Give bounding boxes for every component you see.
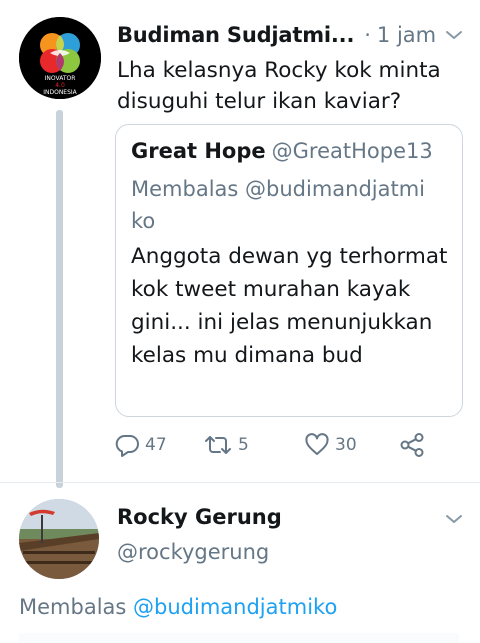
retweet-count: 5 bbox=[238, 435, 249, 455]
reply-mention-link[interactable]: @budimandjatmiko bbox=[133, 595, 337, 619]
retweet-button[interactable]: 5 bbox=[203, 430, 249, 460]
timestamp[interactable]: 1 jam bbox=[377, 23, 436, 47]
author-name[interactable]: Rocky Gerung bbox=[117, 505, 282, 529]
next-content-edge bbox=[19, 633, 459, 643]
thread-line bbox=[56, 110, 63, 488]
share-button[interactable] bbox=[399, 430, 425, 460]
retweet-icon bbox=[205, 436, 231, 454]
separator-dot: · bbox=[364, 23, 371, 47]
chevron-down-icon[interactable] bbox=[445, 29, 463, 41]
reply-context: Membalas @budimandjatmiko bbox=[19, 595, 337, 619]
reply-icon bbox=[115, 435, 139, 457]
author-name[interactable]: Budiman Sudjatmi... bbox=[117, 23, 354, 47]
reply-label: Membalas bbox=[19, 595, 127, 619]
quoted-header: Great Hope @GreatHope13 bbox=[131, 139, 433, 163]
like-button[interactable]: 30 bbox=[304, 430, 357, 460]
avatar-logo-line3: INDONESIA bbox=[43, 89, 77, 96]
reply-count: 47 bbox=[145, 435, 167, 455]
share-icon bbox=[400, 433, 424, 457]
avatar-rocky[interactable] bbox=[19, 499, 99, 579]
quoted-author-handle: @GreatHope13 bbox=[271, 139, 433, 163]
heart-icon bbox=[305, 433, 329, 455]
quoted-author-name: Great Hope bbox=[131, 139, 266, 163]
quoted-text: Anggota dewan yg terhormat kok tweet mur… bbox=[131, 244, 448, 368]
author-handle[interactable]: @rockygerung bbox=[117, 540, 269, 564]
tweet-text: Lha kelasnya Rocky kok minta disuguhi te… bbox=[117, 58, 441, 114]
avatar-budiman[interactable]: INOVATOR 4.0 INDONESIA bbox=[19, 17, 101, 99]
avatar-logo-line1: INOVATOR bbox=[45, 75, 76, 82]
tweet-budiman[interactable]: INOVATOR 4.0 INDONESIA Budiman Sudjatmi.… bbox=[0, 0, 480, 488]
reply-button[interactable]: 47 bbox=[114, 430, 167, 460]
avatar-logo-line2: 4.0 bbox=[55, 82, 65, 89]
quoted-tweet[interactable]: Great Hope @GreatHope13 Membalas @budiman… bbox=[115, 124, 463, 417]
like-count: 30 bbox=[335, 435, 357, 455]
tweet-rocky[interactable]: Rocky Gerung @rockygerung Membalas @budi… bbox=[0, 483, 480, 643]
tweet-header: Budiman Sudjatmi... · 1 jam bbox=[117, 18, 467, 52]
quoted-reply-context: Membalas @budimandjatmi ko bbox=[131, 177, 426, 233]
chevron-down-icon[interactable] bbox=[445, 513, 463, 525]
